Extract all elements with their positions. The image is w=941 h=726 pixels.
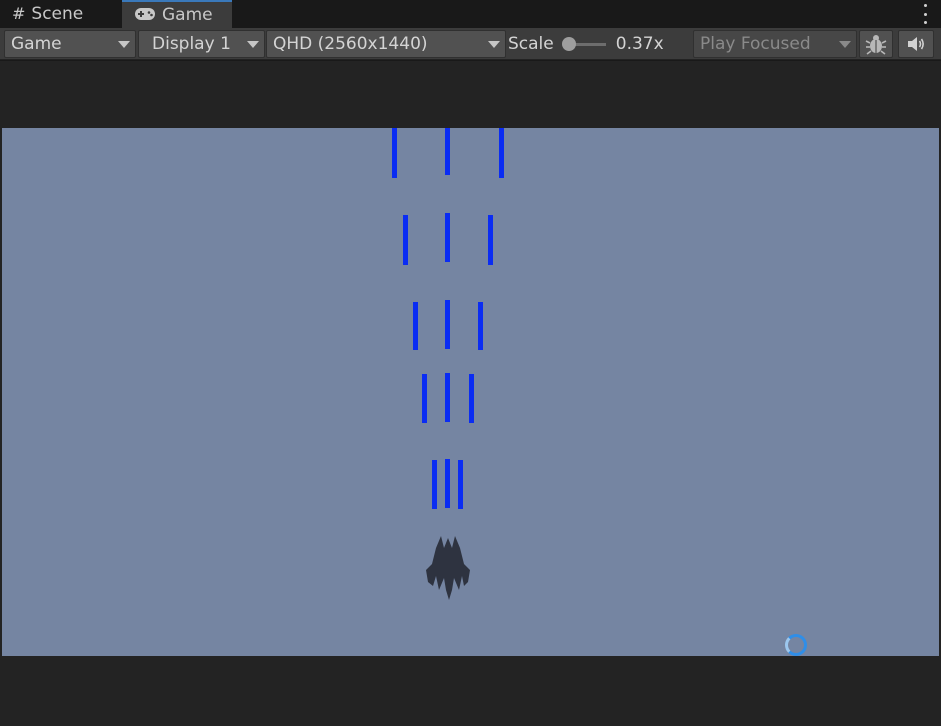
scale-value: 0.37x (615, 34, 664, 54)
more-options-icon[interactable] (923, 4, 927, 24)
scale-slider[interactable] (561, 36, 606, 51)
bullet (469, 374, 474, 423)
game-toolbar: Game Display 1 QHD (2560x1440) Scale 0.3… (0, 28, 941, 60)
chevron-down-icon (488, 41, 500, 48)
resolution-value: QHD (2560x1440) (273, 34, 428, 54)
scale-slider-thumb[interactable] (561, 36, 576, 51)
play-mode-value: Play Focused (700, 34, 811, 54)
bullet (488, 215, 493, 265)
mute-audio-button[interactable] (898, 30, 934, 58)
bullet (445, 300, 450, 349)
bug-icon (865, 35, 887, 55)
stats-button[interactable] (859, 30, 893, 58)
game-screen[interactable] (2, 128, 939, 656)
bullet (413, 302, 418, 350)
bullet (403, 215, 408, 265)
view-mode-value: Game (11, 34, 62, 54)
bullet (432, 460, 437, 509)
bullet (445, 373, 450, 422)
tab-game[interactable]: Game (122, 0, 232, 28)
scale-control: Scale 0.37x (508, 30, 690, 58)
display-value: Display 1 (152, 34, 231, 54)
bullet (499, 128, 504, 178)
loading-spinner-icon (785, 634, 807, 656)
resolution-dropdown[interactable]: QHD (2560x1440) (266, 30, 506, 58)
player-ship-icon (426, 536, 470, 600)
bullet (445, 459, 450, 508)
bullet (445, 128, 450, 175)
bullet (422, 374, 427, 423)
bullet (458, 460, 463, 509)
tab-scene-label: Scene (31, 4, 84, 24)
display-dropdown[interactable]: Display 1 (138, 30, 265, 58)
tab-bar: # Scene Game (0, 0, 941, 28)
chevron-down-icon (247, 41, 259, 48)
tab-scene[interactable]: # Scene (0, 0, 120, 28)
tab-game-label: Game (162, 5, 213, 25)
speaker-icon (908, 37, 924, 51)
view-mode-dropdown[interactable]: Game (4, 30, 136, 58)
chevron-down-icon (118, 41, 130, 48)
bullet (445, 213, 450, 262)
grid-hash-icon: # (12, 4, 26, 23)
play-mode-dropdown[interactable]: Play Focused (693, 30, 857, 58)
scale-label: Scale (508, 34, 554, 54)
bullet (478, 302, 483, 350)
chevron-down-icon (839, 41, 851, 48)
bullet (392, 128, 397, 178)
gamepad-icon (134, 7, 156, 24)
